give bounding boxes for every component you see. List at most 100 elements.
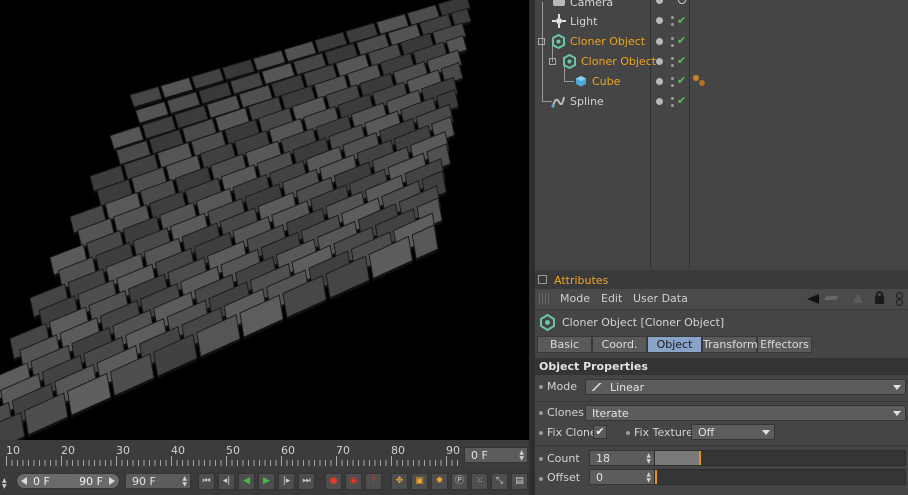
material-tag-icon[interactable] bbox=[693, 75, 699, 81]
mode-value: Linear bbox=[610, 381, 645, 394]
spin-down-icon[interactable]: ▼ bbox=[646, 478, 651, 484]
slider-handle[interactable] bbox=[655, 470, 657, 484]
collapse-toggle[interactable] bbox=[538, 38, 545, 45]
scale-key-button[interactable]: ▣ bbox=[411, 473, 428, 490]
move-key-button[interactable]: ✥ bbox=[391, 473, 408, 490]
interpolation-button[interactable]: ⤡ bbox=[491, 473, 508, 490]
chevron-down-icon bbox=[762, 430, 770, 435]
up-arrow-icon[interactable] bbox=[853, 293, 863, 303]
tab-object[interactable]: Object bbox=[647, 336, 702, 353]
param-bullet bbox=[539, 411, 543, 415]
spin-icon[interactable]: ▲ ▼ bbox=[2, 478, 7, 490]
spin-down-icon[interactable]: ▼ bbox=[646, 459, 651, 465]
section-title: Object Properties bbox=[539, 360, 648, 373]
enabled-check-icon[interactable]: ✔ bbox=[677, 94, 686, 107]
fix-clone-checkbox[interactable]: ✔ bbox=[593, 425, 607, 439]
render-dot[interactable] bbox=[671, 104, 674, 107]
offset-value: 0 bbox=[596, 471, 603, 484]
clones-dropdown[interactable]: Iterate bbox=[585, 405, 906, 421]
fix-texture-dropdown[interactable]: Off bbox=[691, 424, 775, 440]
visibility-dot[interactable] bbox=[656, 58, 663, 65]
tab-effectors[interactable]: Effectors bbox=[757, 336, 812, 353]
render-dot[interactable] bbox=[671, 44, 674, 47]
count-input[interactable]: 18 ▲ ▼ bbox=[589, 450, 655, 466]
go-to-end-button[interactable]: ⏭ bbox=[298, 473, 315, 490]
render-dot[interactable] bbox=[671, 97, 674, 100]
render-dot[interactable] bbox=[671, 16, 674, 19]
object-name: Cube bbox=[592, 75, 621, 88]
render-dot[interactable] bbox=[671, 77, 674, 80]
collapse-toggle[interactable] bbox=[549, 58, 556, 65]
keyframe-selection-button[interactable]: ? bbox=[365, 473, 382, 490]
play-backward-button[interactable]: ◀ bbox=[238, 473, 255, 490]
object-row-cube[interactable]: Cube bbox=[535, 72, 908, 92]
scheme-button[interactable]: ▤ bbox=[511, 473, 528, 490]
range-right-arrow[interactable] bbox=[109, 477, 115, 485]
current-frame-value: 0 F bbox=[471, 449, 488, 462]
divider bbox=[535, 445, 908, 446]
grip-icon bbox=[539, 293, 550, 304]
frame-range-slider[interactable]: 0 F 90 F bbox=[16, 473, 120, 489]
offset-label: Offset bbox=[547, 471, 581, 484]
timeline[interactable]: 10 20 30 40 50 60 70 80 90 0 F ▲ ▼ bbox=[0, 440, 529, 468]
clones-label: Clones bbox=[547, 406, 584, 419]
tab-basic[interactable]: Basic bbox=[537, 336, 592, 353]
back-arrow-icon[interactable] bbox=[807, 294, 819, 304]
play-forward-button[interactable]: ▶ bbox=[258, 473, 275, 490]
mode-dropdown[interactable]: Linear bbox=[585, 379, 906, 395]
count-value: 18 bbox=[596, 452, 610, 465]
lock-shackle bbox=[876, 291, 883, 298]
render-dot[interactable] bbox=[671, 64, 674, 67]
parameter-key-button[interactable]: Ⓟ bbox=[451, 473, 468, 490]
object-row-cloner-child[interactable]: Cloner Object bbox=[535, 52, 908, 72]
spin-down-icon[interactable]: ▼ bbox=[182, 482, 187, 488]
visibility-dot[interactable] bbox=[656, 78, 663, 85]
offset-slider[interactable] bbox=[654, 469, 906, 485]
offset-input[interactable]: 0 ▲ ▼ bbox=[589, 469, 655, 485]
record-button[interactable]: ● bbox=[325, 473, 342, 490]
3d-viewport[interactable] bbox=[0, 0, 529, 440]
enabled-check-icon[interactable]: ✔ bbox=[677, 74, 686, 87]
enabled-check-icon[interactable]: ✔ bbox=[677, 34, 686, 47]
object-manager[interactable]: Camera Light Cloner Object Cloner Object… bbox=[535, 0, 908, 268]
render-dot[interactable] bbox=[671, 23, 674, 26]
count-slider[interactable] bbox=[654, 450, 906, 466]
object-name: Spline bbox=[570, 95, 604, 108]
camera-icon bbox=[553, 0, 565, 6]
object-row-light[interactable]: Light bbox=[535, 12, 908, 32]
spin-down-icon[interactable]: ▼ bbox=[519, 456, 524, 462]
slider-handle[interactable] bbox=[699, 451, 701, 465]
object-row-spline[interactable]: Spline bbox=[535, 92, 908, 112]
transport-bar: ▲ ▼ 0 F 90 F 90 F ▲ ▼ ⏮ ◂| ◀ ▶ |▸ ⏭ ● ◉ ?… bbox=[0, 468, 529, 495]
attributes-menu-bar: Mode Edit User Data bbox=[535, 288, 908, 310]
step-forward-button[interactable]: |▸ bbox=[278, 473, 295, 490]
render-dot[interactable] bbox=[671, 84, 674, 87]
current-frame-field[interactable]: 0 F ▲ ▼ bbox=[464, 447, 528, 463]
menu-user-data[interactable]: User Data bbox=[633, 292, 688, 305]
range-left-arrow[interactable] bbox=[21, 477, 27, 485]
go-to-start-button[interactable]: ⏮ bbox=[198, 473, 215, 490]
render-dot[interactable] bbox=[671, 37, 674, 40]
attributes-manager[interactable]: Attributes Mode Edit User Data Cloner Ob… bbox=[535, 268, 908, 495]
rotate-key-button[interactable]: ✹ bbox=[431, 473, 448, 490]
menu-edit[interactable]: Edit bbox=[601, 292, 622, 305]
autokey-button[interactable]: ◉ bbox=[345, 473, 362, 490]
object-row-cloner[interactable]: Cloner Object bbox=[535, 32, 908, 52]
point-level-key-button[interactable]: ⁙ bbox=[471, 473, 488, 490]
menu-mode[interactable]: Mode bbox=[560, 292, 590, 305]
fix-texture-label: Fix Texture bbox=[634, 426, 693, 439]
new-panel-icon[interactable] bbox=[896, 292, 903, 299]
visibility-dot[interactable] bbox=[656, 38, 663, 45]
visibility-dot[interactable] bbox=[656, 98, 663, 105]
panel-grip-icon[interactable] bbox=[538, 275, 547, 284]
enabled-check-icon[interactable]: ✔ bbox=[677, 14, 686, 27]
max-frame-field[interactable]: 90 F ▲ ▼ bbox=[125, 473, 191, 489]
render-dot[interactable] bbox=[671, 57, 674, 60]
tab-coord[interactable]: Coord. bbox=[592, 336, 647, 353]
enabled-check-icon[interactable]: ✔ bbox=[677, 54, 686, 67]
material-tag-icon[interactable] bbox=[699, 80, 705, 86]
tab-transform[interactable]: Transform bbox=[702, 336, 758, 353]
forward-arrow-icon[interactable] bbox=[823, 296, 839, 300]
visibility-dot[interactable] bbox=[656, 17, 663, 24]
step-back-button[interactable]: ◂| bbox=[218, 473, 235, 490]
